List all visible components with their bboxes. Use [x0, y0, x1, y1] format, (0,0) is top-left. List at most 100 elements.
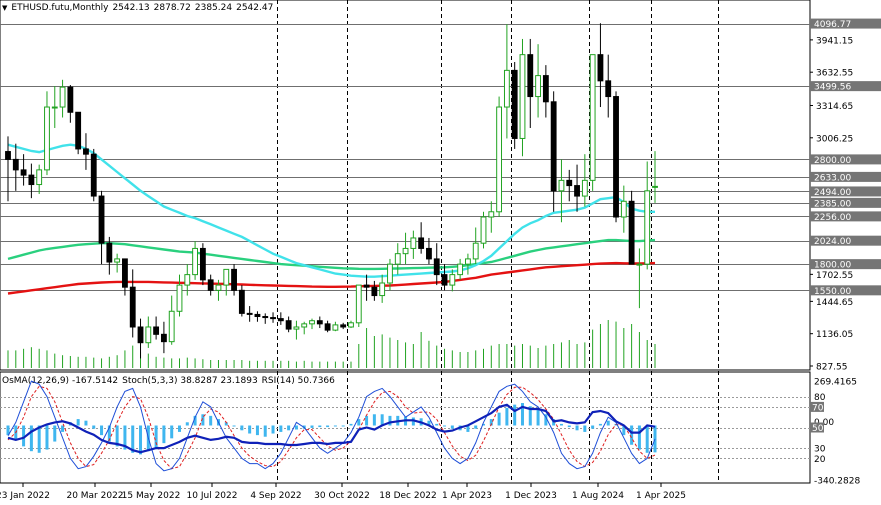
price-chart[interactable]: 4096.77 3941.15 3632.55 3499.56 3314.65 3006.…: [0, 0, 881, 505]
osma-histogram-bar: [606, 420, 610, 426]
candle-body: [176, 284, 183, 312]
osma-histogram-bar: [505, 407, 509, 426]
candle-body: [613, 96, 619, 218]
osma-histogram-bar: [333, 425, 337, 427]
candle-body: [238, 289, 245, 314]
candle-body: [231, 268, 237, 291]
x-tick-label: 20 Mar 2022: [66, 491, 123, 501]
candle-body: [59, 86, 66, 108]
candle-body: [480, 216, 487, 244]
price-tick-label: 1136.05: [816, 330, 853, 340]
candle-body: [246, 312, 253, 315]
candle-body: [418, 237, 425, 249]
candle-body: [106, 242, 113, 263]
osma-histogram-bar: [380, 414, 384, 426]
osma-histogram-bar: [76, 419, 80, 426]
x-tick-label: 1 Dec 2023: [505, 491, 557, 501]
osma-histogram-bar: [630, 425, 634, 445]
osma-histogram-bar: [287, 425, 291, 431]
candle-body: [51, 106, 58, 109]
osma-histogram-bar: [53, 425, 57, 442]
candle-body: [270, 317, 276, 320]
candle-body: [433, 258, 440, 276]
candle-body: [371, 286, 378, 297]
price-tick-label: 3006.25: [816, 134, 853, 144]
x-tick-label: 18 Dec 2022: [379, 491, 437, 501]
candle-body: [145, 326, 152, 344]
price-tick-label: 2494.00: [814, 188, 851, 198]
osma-histogram-bar: [326, 425, 330, 428]
price-tick-label: 2256.00: [814, 213, 851, 223]
price-tick-label: 2024.00: [814, 237, 851, 247]
osma-histogram-bar: [559, 423, 563, 426]
candle-body: [589, 54, 596, 181]
candle-body: [410, 237, 417, 249]
candle-body: [301, 323, 308, 328]
x-tick-label: 1 Apr 2025: [636, 491, 686, 501]
osma-histogram-bar: [139, 425, 143, 455]
osma-histogram-bar: [294, 425, 298, 430]
candle-body: [168, 310, 175, 343]
candle-body: [153, 326, 160, 335]
osma-histogram-bar: [645, 425, 649, 453]
x-tick-label: 1 Aug 2024: [572, 491, 624, 501]
ma-short-line: [7, 143, 655, 278]
candle-body: [535, 75, 541, 98]
osma-histogram-bar: [255, 425, 259, 436]
candle-body: [160, 333, 167, 343]
candle-body: [464, 258, 471, 265]
osma-histogram-bar: [583, 425, 587, 432]
candle-body: [293, 326, 300, 330]
oscillator-tick-label: 269.4165: [814, 378, 857, 388]
candle-body: [620, 200, 627, 218]
price-tick-label: 3632.55: [816, 69, 853, 79]
candle-body: [67, 86, 74, 113]
candle-body: [114, 258, 121, 263]
osma-histogram-bar: [92, 425, 96, 429]
osma-histogram-bar: [170, 425, 174, 439]
osma-histogram-bar: [653, 425, 657, 453]
candle-body: [402, 247, 409, 255]
stoch-main-line: [7, 380, 656, 472]
candle-body: [44, 106, 50, 171]
candle-body: [20, 169, 27, 176]
price-tick-label: 3941.15: [816, 36, 853, 46]
candle-body: [122, 258, 128, 288]
candle-body: [285, 320, 292, 330]
candle-body: [324, 323, 331, 331]
candle-body: [581, 179, 588, 197]
price-tick-label: 1444.65: [816, 298, 853, 308]
x-tick-label: 23 Jan 2022: [0, 491, 50, 501]
candle-body: [309, 320, 315, 325]
candle-body: [5, 151, 11, 160]
osma-histogram-bar: [598, 423, 602, 426]
candle-body: [387, 263, 393, 284]
osma-histogram-bar: [232, 425, 236, 427]
osma-histogram-bar: [37, 425, 41, 453]
osma-histogram-bar: [240, 425, 244, 431]
candle-body: [511, 69, 518, 139]
candle-body: [83, 148, 89, 155]
osma-histogram-bar: [310, 425, 314, 428]
osma-histogram-bar: [29, 425, 33, 452]
osma-histogram-bar: [388, 415, 392, 426]
candle-body: [457, 263, 464, 276]
candle-body: [277, 318, 284, 322]
osma-histogram-bar: [450, 425, 454, 429]
osma-histogram-bar: [263, 425, 267, 437]
osma-histogram-bar: [435, 423, 439, 426]
x-tick-label: 1 Apr 2023: [442, 491, 492, 501]
candle-body: [379, 282, 386, 297]
price-tick-label: 1702.55: [816, 271, 853, 281]
candle-body: [550, 101, 557, 192]
candle-body: [223, 268, 230, 286]
osma-histogram-bar: [100, 425, 104, 436]
candle-body: [137, 326, 144, 344]
osma-histogram-bar: [279, 425, 283, 432]
osma-histogram-bar: [177, 425, 181, 432]
candle-body: [262, 316, 269, 319]
oscillator-tick-label: 80: [814, 393, 826, 403]
osma-histogram-bar: [575, 425, 579, 431]
osma-histogram-bar: [45, 425, 49, 450]
candle-body: [605, 80, 612, 98]
